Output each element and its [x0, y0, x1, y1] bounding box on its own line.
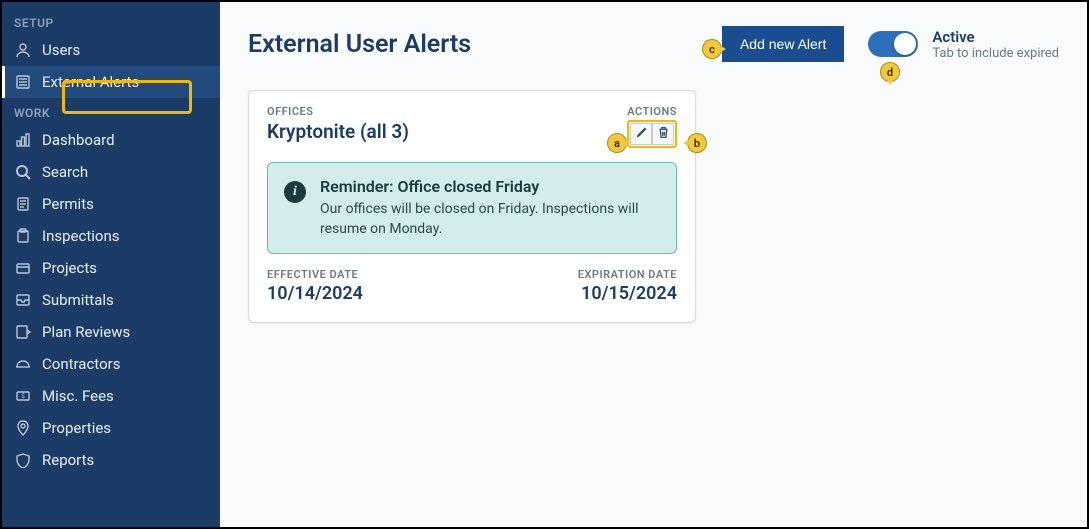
expiration-date-label: EXPIRATION DATE [578, 268, 677, 281]
delete-button[interactable] [652, 123, 674, 145]
alert-card: OFFICES Kryptonite (all 3) ACTIONS i Rem… [248, 90, 696, 323]
sidebar-item-label: Misc. Fees [42, 387, 114, 405]
sidebar: SETUP Users External Alerts WORK Dashboa… [2, 2, 220, 527]
sidebar-item-properties[interactable]: Properties [2, 412, 220, 444]
sidebar-item-misc-fees[interactable]: $ Misc. Fees [2, 380, 220, 412]
card-dates-row: EFFECTIVE DATE 10/14/2024 EXPIRATION DAT… [267, 268, 677, 304]
offices-label: OFFICES [267, 105, 409, 118]
effective-date-value: 10/14/2024 [267, 283, 363, 304]
sidebar-item-plan-reviews[interactable]: Plan Reviews [2, 316, 220, 348]
sidebar-item-label: Users [42, 41, 80, 59]
effective-date-label: EFFECTIVE DATE [267, 268, 363, 281]
offices-value: Kryptonite (all 3) [267, 120, 409, 143]
pin-icon [14, 419, 32, 437]
sidebar-item-inspections[interactable]: Inspections [2, 220, 220, 252]
callout-a: a [607, 133, 627, 153]
list-icon [14, 73, 32, 91]
sidebar-item-label: Contractors [42, 355, 120, 373]
sidebar-item-reports[interactable]: Reports [2, 444, 220, 476]
sidebar-item-permits[interactable]: Permits [2, 188, 220, 220]
main-content: External User Alerts Add new Alert Activ… [220, 2, 1087, 527]
edit-button[interactable] [630, 123, 652, 145]
sidebar-item-label: Reports [42, 451, 94, 469]
toggle-subtitle: Tab to include expired [932, 46, 1059, 61]
alert-title: Reminder: Office closed Friday [320, 177, 660, 196]
sidebar-item-label: External Alerts [42, 73, 139, 91]
user-icon [14, 41, 32, 59]
sidebar-item-submittals[interactable]: Submittals [2, 284, 220, 316]
sidebar-item-label: Inspections [42, 227, 119, 245]
sidebar-item-label: Dashboard [42, 131, 115, 149]
active-toggle-group: Active Tab to include expired [868, 28, 1059, 61]
sidebar-item-label: Projects [42, 259, 97, 277]
svg-text:$: $ [21, 393, 25, 400]
money-icon: $ [14, 387, 32, 405]
search-icon [14, 163, 32, 181]
actions-label: ACTIONS [627, 105, 677, 118]
sidebar-item-dashboard[interactable]: Dashboard [2, 124, 220, 156]
review-icon [14, 323, 32, 341]
add-new-alert-button[interactable]: Add new Alert [722, 26, 844, 62]
chart-icon [14, 131, 32, 149]
sidebar-item-projects[interactable]: Projects [2, 252, 220, 284]
callout-c: c [702, 39, 722, 59]
clipboard-icon [14, 227, 32, 245]
page-title: External User Alerts [248, 30, 471, 59]
sidebar-item-label: Plan Reviews [42, 323, 130, 341]
offices-block: OFFICES Kryptonite (all 3) [267, 105, 409, 143]
info-icon: i [284, 181, 306, 203]
folder-icon [14, 259, 32, 277]
action-icons-group [627, 120, 677, 148]
header-actions: Add new Alert Active Tab to include expi… [722, 26, 1059, 62]
sidebar-item-label: Permits [42, 195, 94, 213]
inbox-icon [14, 291, 32, 309]
sidebar-item-contractors[interactable]: Contractors [2, 348, 220, 380]
sidebar-item-search[interactable]: Search [2, 156, 220, 188]
sidebar-item-label: Submittals [42, 291, 114, 309]
active-toggle[interactable] [868, 31, 918, 57]
section-label-setup: SETUP [2, 8, 220, 34]
expiration-date-value: 10/15/2024 [578, 283, 677, 304]
doc-icon [14, 195, 32, 213]
expiration-date-block: EXPIRATION DATE 10/15/2024 [578, 268, 677, 304]
sidebar-item-external-alerts[interactable]: External Alerts [2, 66, 220, 98]
callout-b: b [687, 133, 707, 153]
callout-d: d [880, 62, 900, 82]
page-header: External User Alerts Add new Alert Activ… [248, 26, 1059, 62]
alert-text: Reminder: Office closed Friday Our offic… [320, 177, 660, 239]
effective-date-block: EFFECTIVE DATE 10/14/2024 [267, 268, 363, 304]
hardhat-icon [14, 355, 32, 373]
report-icon [14, 451, 32, 469]
toggle-labels: Active Tab to include expired [932, 28, 1059, 61]
alert-body: Our offices will be closed on Friday. In… [320, 200, 660, 239]
pencil-icon [635, 126, 648, 142]
sidebar-item-label: Properties [42, 419, 111, 437]
alert-message-box: i Reminder: Office closed Friday Our off… [267, 162, 677, 254]
toggle-title: Active [932, 28, 1059, 46]
sidebar-item-label: Search [42, 163, 88, 181]
sidebar-item-users[interactable]: Users [2, 34, 220, 66]
trash-icon [657, 126, 670, 142]
section-label-work: WORK [2, 98, 220, 124]
actions-block: ACTIONS [627, 105, 677, 148]
